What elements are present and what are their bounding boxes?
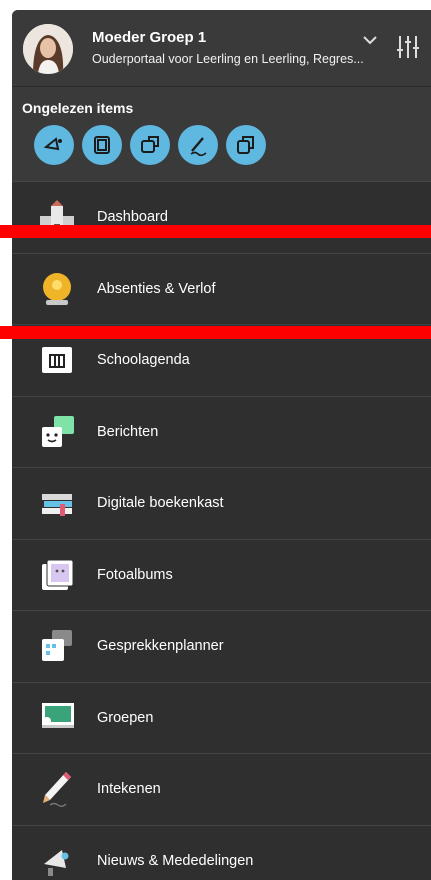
menu-label: Groepen bbox=[97, 709, 154, 726]
menu-item-photo-albums[interactable]: Fotoalbums bbox=[12, 538, 431, 611]
red-overlay-bar-bottom bbox=[0, 326, 431, 339]
chat-icon bbox=[141, 136, 159, 153]
unread-items-section: Ongelezen items bbox=[12, 86, 431, 181]
menu-label: Intekenen bbox=[97, 781, 161, 798]
menu-item-dashboard[interactable]: Dashboard bbox=[12, 181, 431, 253]
chevron-down-icon[interactable] bbox=[360, 32, 380, 48]
navigation-drawer: Moeder Groep 1 Ouderportaal voor Leerlin… bbox=[12, 10, 431, 880]
unread-news-button[interactable] bbox=[34, 125, 74, 165]
unread-items-title: Ongelezen items bbox=[22, 100, 134, 116]
menu-item-absences[interactable]: Absenties & Verlof bbox=[12, 252, 431, 325]
account-subtitle: Ouderportaal voor Leerling en Leerling, … bbox=[92, 52, 364, 66]
photo-album-icon bbox=[94, 136, 110, 154]
account-header[interactable]: Moeder Groep 1 Ouderportaal voor Leerlin… bbox=[12, 10, 431, 86]
bell-icon bbox=[43, 272, 71, 305]
unread-photos-button[interactable] bbox=[82, 125, 122, 165]
photo-albums-icon bbox=[42, 559, 74, 590]
menu-label: Digitale boekenkast bbox=[97, 495, 224, 512]
unread-documents-button[interactable] bbox=[226, 125, 266, 165]
menu-label: Berichten bbox=[97, 423, 159, 440]
planner-icon bbox=[42, 630, 72, 662]
avatar bbox=[23, 24, 73, 74]
menu-item-groups[interactable]: Groepen bbox=[12, 681, 431, 754]
menu-item-digital-bookcase[interactable]: Digitale boekenkast bbox=[12, 467, 431, 539]
books-icon bbox=[42, 494, 72, 517]
calendar-icon bbox=[42, 347, 72, 374]
menu-item-sign-up[interactable]: Intekenen bbox=[12, 753, 431, 825]
megaphone-icon bbox=[44, 849, 69, 876]
unread-messages-button[interactable] bbox=[130, 125, 170, 165]
menu-item-conversation-planner[interactable]: Gesprekkenplanner bbox=[12, 610, 431, 682]
menu-item-messages[interactable]: Berichten bbox=[12, 395, 431, 468]
menu-item-news[interactable]: Nieuws & Mededelingen bbox=[12, 824, 431, 880]
unread-signups-button[interactable] bbox=[178, 125, 218, 165]
menu-label: Schoolagenda bbox=[97, 352, 190, 369]
account-name: Moeder Groep 1 bbox=[92, 29, 207, 46]
megaphone-icon bbox=[43, 137, 62, 151]
documents-icon bbox=[237, 136, 254, 154]
blackboard-icon bbox=[42, 702, 74, 728]
menu-label: Absenties & Verlof bbox=[97, 280, 216, 297]
menu-label: Gesprekkenplanner bbox=[97, 638, 224, 655]
menu-label: Dashboard bbox=[97, 209, 168, 226]
menu-label: Fotoalbums bbox=[97, 566, 173, 583]
pencil-icon bbox=[43, 772, 71, 808]
menu-label: Nieuws & Mededelingen bbox=[97, 852, 254, 869]
chat-bubbles-icon bbox=[42, 415, 74, 447]
pen-sign-icon bbox=[190, 137, 207, 157]
red-overlay-bar-top bbox=[0, 225, 431, 238]
settings-sliders-icon[interactable] bbox=[396, 34, 420, 60]
main-menu: Dashboard Absenties & Verlof Schoolagend… bbox=[12, 181, 431, 880]
unread-badges bbox=[34, 125, 266, 165]
